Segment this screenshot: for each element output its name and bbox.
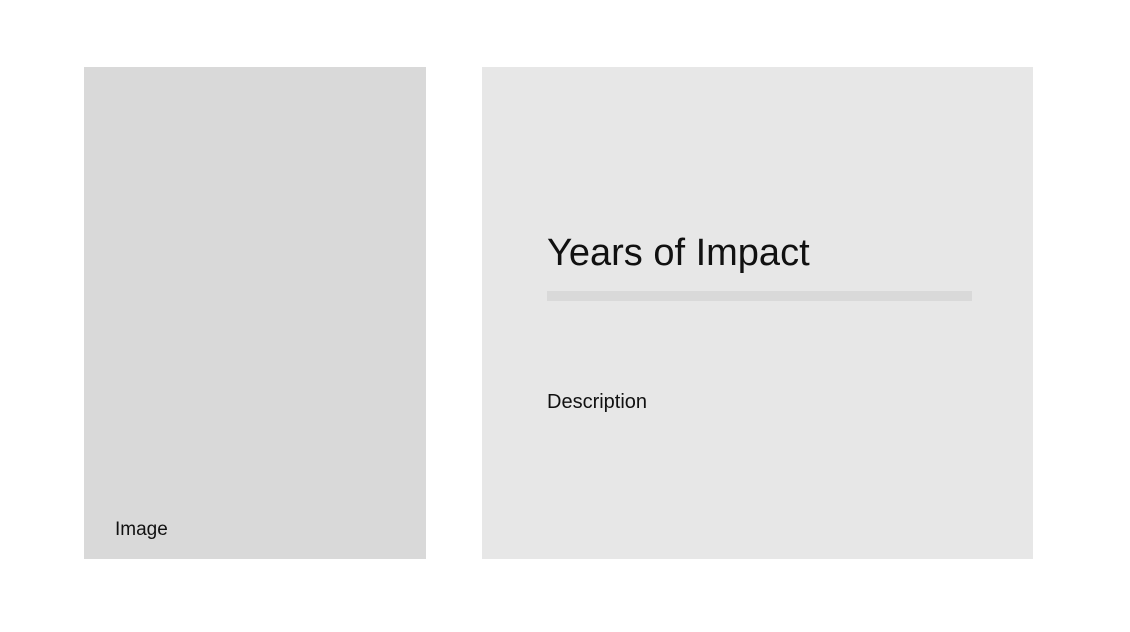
title-underline xyxy=(547,291,972,301)
page: Image Years of Impact Description xyxy=(0,0,1130,632)
image-label: Image xyxy=(115,519,168,540)
image-placeholder: Image xyxy=(84,67,426,559)
content-panel: Years of Impact Description xyxy=(482,67,1033,559)
section-description: Description xyxy=(547,391,648,413)
section-title: Years of Impact xyxy=(547,232,810,274)
